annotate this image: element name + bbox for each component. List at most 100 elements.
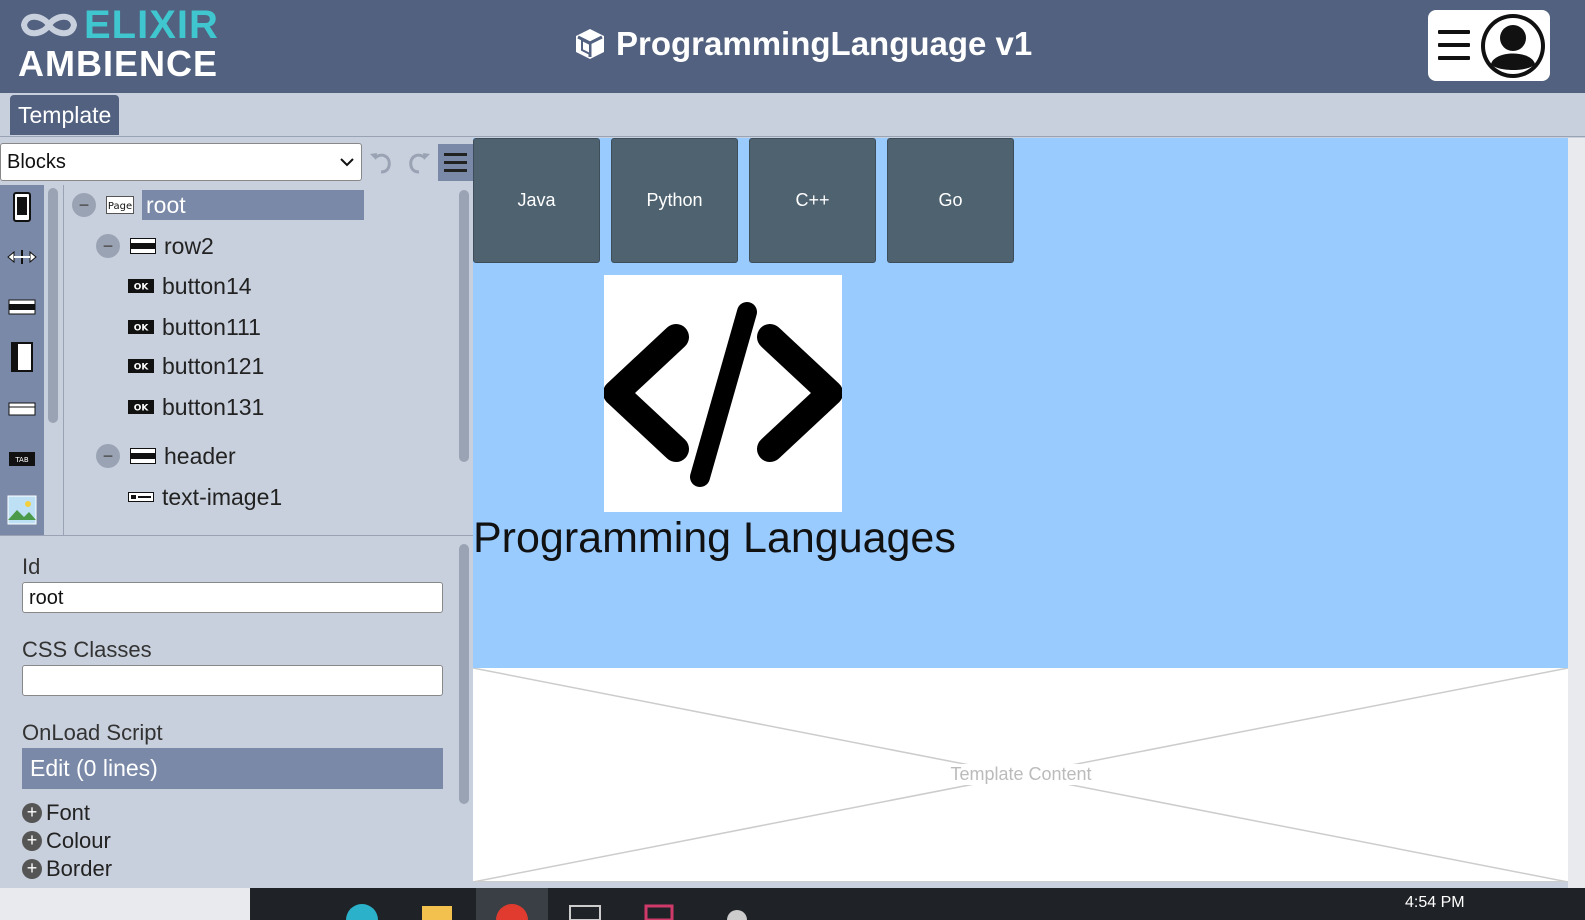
- tab-icon[interactable]: TAB: [0, 439, 44, 479]
- panel-menu-icon[interactable]: [438, 144, 473, 181]
- svg-text:Page: Page: [108, 201, 132, 212]
- redo-icon[interactable]: [405, 148, 433, 176]
- row-icon[interactable]: [0, 287, 44, 327]
- python-button[interactable]: Python: [611, 138, 738, 263]
- taskbar-search[interactable]: [0, 888, 250, 920]
- colour-section[interactable]: + Colour: [22, 828, 111, 854]
- svg-text:OK: OK: [134, 324, 150, 334]
- hamburger-menu-icon[interactable]: [1438, 30, 1470, 60]
- breakpoint-icon[interactable]: [0, 237, 44, 277]
- tab-bar: Template: [0, 93, 1585, 137]
- tree-node-label: button121: [162, 352, 265, 379]
- tree-node-button131[interactable]: OK button131: [128, 392, 264, 422]
- collapse-icon[interactable]: −: [96, 444, 120, 468]
- java-button[interactable]: Java: [473, 138, 600, 263]
- tree-node-button121[interactable]: OK button121: [128, 351, 264, 381]
- id-field[interactable]: root: [22, 582, 443, 613]
- phone-icon[interactable]: [0, 187, 44, 227]
- user-menu[interactable]: [1428, 10, 1550, 81]
- tree-node-row2[interactable]: − row2: [96, 231, 214, 261]
- app-header: ELIXIR AMBIENCE ProgrammingLanguage v1: [0, 0, 1585, 93]
- chrome-icon[interactable]: [495, 900, 529, 920]
- plus-icon: +: [22, 803, 42, 823]
- tree-node-label: root: [142, 190, 364, 220]
- button-icon: OK: [128, 320, 154, 334]
- tree-node-label: button131: [162, 393, 265, 420]
- tree-node-header[interactable]: − header: [96, 441, 236, 471]
- border-section-label: Border: [46, 856, 113, 881]
- onload-script-label: OnLoad Script: [22, 720, 163, 745]
- template-content-label: Template Content: [946, 764, 1096, 785]
- tree-node-label: button111: [162, 313, 261, 340]
- logo-text-elixir: ELIXIR: [84, 3, 219, 47]
- block-palette: TAB: [0, 185, 44, 535]
- svg-text:OK: OK: [134, 363, 150, 373]
- page-icon: Page: [106, 196, 134, 214]
- button-icon: OK: [128, 359, 154, 373]
- template-content-area[interactable]: Template Content: [473, 668, 1568, 882]
- cube-icon: [576, 29, 604, 59]
- tree-node-label: text-image1: [162, 483, 283, 510]
- chevron-down-icon: [340, 158, 354, 167]
- column-icon[interactable]: [0, 337, 44, 377]
- button-icon: OK: [128, 279, 154, 293]
- app-title: ProgrammingLanguage v1: [572, 25, 1032, 63]
- collapse-icon[interactable]: −: [72, 193, 96, 217]
- cpp-button[interactable]: C++: [749, 138, 876, 263]
- collapse-icon[interactable]: −: [96, 234, 120, 258]
- plus-icon: +: [22, 859, 42, 879]
- canvas-heading[interactable]: Programming Languages: [473, 514, 956, 563]
- design-canvas[interactable]: Java Python C++ Go Programming Languages: [473, 138, 1568, 668]
- logo: ELIXIR AMBIENCE: [18, 3, 219, 84]
- plus-icon: +: [22, 831, 42, 851]
- tree-scrollbar[interactable]: [459, 190, 469, 462]
- folder-icon[interactable]: [420, 900, 454, 920]
- tree-node-label: button14: [162, 272, 252, 299]
- app-icon[interactable]: [568, 900, 602, 920]
- tree-node-label: header: [164, 442, 236, 469]
- tree-node-text-image1[interactable]: text-image1: [128, 482, 282, 512]
- border-section[interactable]: + Border: [22, 856, 112, 882]
- app-title-text: ProgrammingLanguage v1: [616, 25, 1033, 62]
- colour-section-label: Colour: [46, 828, 111, 853]
- props-scrollbar[interactable]: [459, 544, 469, 804]
- os-taskbar: 4:54 PM: [0, 888, 1585, 920]
- undo-icon[interactable]: [367, 148, 395, 176]
- edit-script-button[interactable]: Edit (0 lines): [22, 748, 443, 789]
- go-button[interactable]: Go: [887, 138, 1014, 263]
- blocks-select[interactable]: Blocks: [0, 143, 362, 181]
- tree-node-button14[interactable]: OK button14: [128, 271, 252, 301]
- svg-text:TAB: TAB: [14, 456, 29, 464]
- tree-node-label: row2: [164, 232, 214, 259]
- row-icon: [130, 448, 156, 464]
- font-section-label: Font: [46, 800, 91, 825]
- blocks-select-value: Blocks: [7, 150, 66, 173]
- svg-text:OK: OK: [134, 283, 150, 293]
- right-edge: [1568, 138, 1585, 888]
- properties-panel: Id root CSS Classes OnLoad Script Edit (…: [0, 536, 473, 888]
- css-classes-field[interactable]: [22, 665, 443, 696]
- palette-scrollbar[interactable]: [48, 188, 58, 423]
- card-icon[interactable]: [0, 388, 44, 428]
- tree-node-root[interactable]: − Page root: [72, 190, 364, 220]
- id-label: Id: [22, 554, 41, 579]
- taskbar-clock[interactable]: 4:54 PM: [1405, 894, 1465, 912]
- tree-node-button111[interactable]: OK button111: [128, 312, 261, 342]
- left-panel: Blocks TAB − Page root − row2 OK button1…: [0, 138, 473, 888]
- font-section[interactable]: + Font: [22, 800, 90, 826]
- logo-text-ambience: AMBIENCE: [18, 43, 219, 84]
- avatar-icon[interactable]: [1479, 12, 1547, 80]
- button-icon: OK: [128, 400, 154, 414]
- row-icon: [130, 238, 156, 254]
- tab-template[interactable]: Template: [10, 95, 120, 135]
- app-icon[interactable]: [720, 900, 754, 920]
- code-icon-image[interactable]: [603, 275, 843, 512]
- text-image-icon: [128, 492, 154, 502]
- image-icon[interactable]: [0, 490, 44, 530]
- edge-icon[interactable]: [345, 900, 379, 920]
- infinity-logo-icon: [20, 13, 78, 37]
- code-brackets-icon: [603, 302, 843, 487]
- svg-text:OK: OK: [134, 404, 150, 414]
- css-classes-label: CSS Classes: [22, 637, 152, 662]
- app-icon[interactable]: [642, 900, 676, 920]
